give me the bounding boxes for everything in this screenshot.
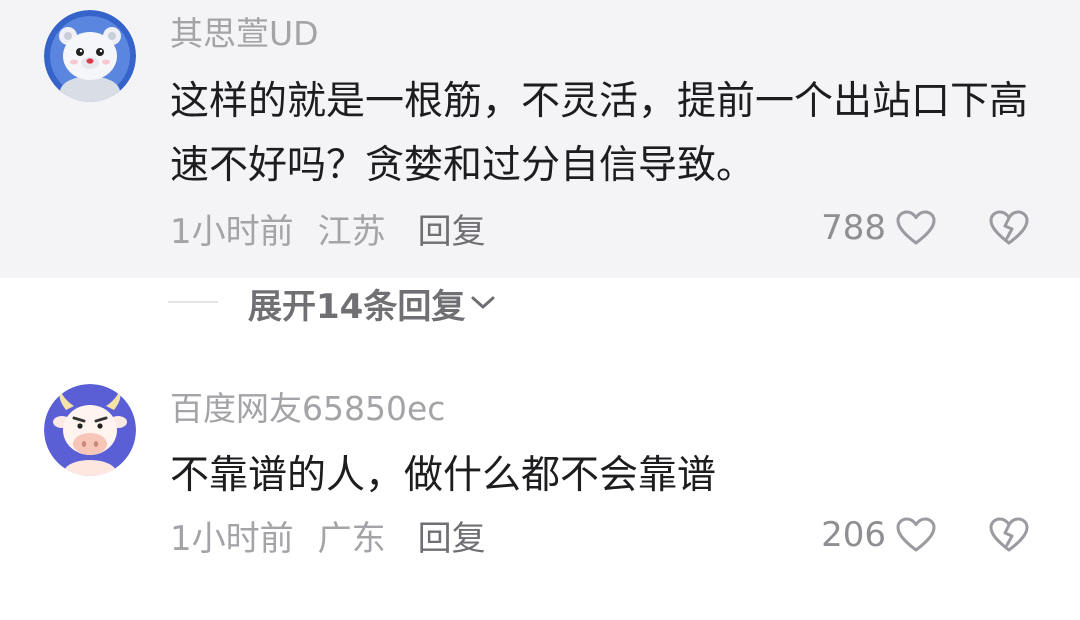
heart-icon [896,517,936,552]
comment-time: 1小时前 [170,211,294,252]
cow-avatar-icon [44,384,136,476]
reply-button[interactable]: 回复 [418,204,486,253]
like-count: 788 [821,208,886,248]
reply-button[interactable]: 回复 [418,511,486,560]
comment-time: 1小时前 [170,518,294,559]
username[interactable]: 百度网友65850ec [170,392,445,425]
comment-item: 其思萱UD 这样的就是一根筋，不灵活，提前一个出站口下高速不好吗？贪婪和过分自信… [0,0,1080,278]
polar-bear-avatar-icon [44,10,136,102]
expand-replies-label: 展开14条回复 [248,286,466,327]
like-count: 206 [821,515,886,555]
broken-heart-icon [989,210,1029,245]
heart-icon [896,210,936,245]
comment-thread: 其思萱UD 这样的就是一根筋，不灵活，提前一个出站口下高速不好吗？贪婪和过分自信… [0,0,1080,620]
like-button[interactable]: 206 [821,513,936,557]
avatar[interactable] [44,384,136,476]
comment-region: 江苏 [317,211,386,252]
username[interactable]: 其思萱UD [170,17,319,50]
comment-item: 百度网友65850ec 不靠谱的人，做什么都不会靠谱 1小时前 广东 回复 20… [0,362,1080,620]
broken-heart-icon [989,517,1029,552]
comment-text: 不靠谱的人，做什么都不会靠谱 [170,453,717,498]
divider-line [168,301,218,303]
comment-meta: 1小时前 江苏 回复 [170,204,486,253]
expand-replies-button[interactable]: 展开14条回复 [248,282,497,327]
dislike-button[interactable] [988,513,1030,557]
expand-replies-row: 展开14条回复 [0,278,1080,328]
dislike-button[interactable] [988,206,1030,250]
comment-region: 广东 [317,518,386,559]
comment-text: 这样的就是一根筋，不灵活，提前一个出站口下高速不好吗？贪婪和过分自信导致。 [170,79,1029,188]
comment-meta: 1小时前 广东 回复 [170,511,486,560]
like-button[interactable]: 788 [821,206,936,250]
avatar[interactable] [44,10,136,102]
chevron-down-icon [471,296,495,309]
